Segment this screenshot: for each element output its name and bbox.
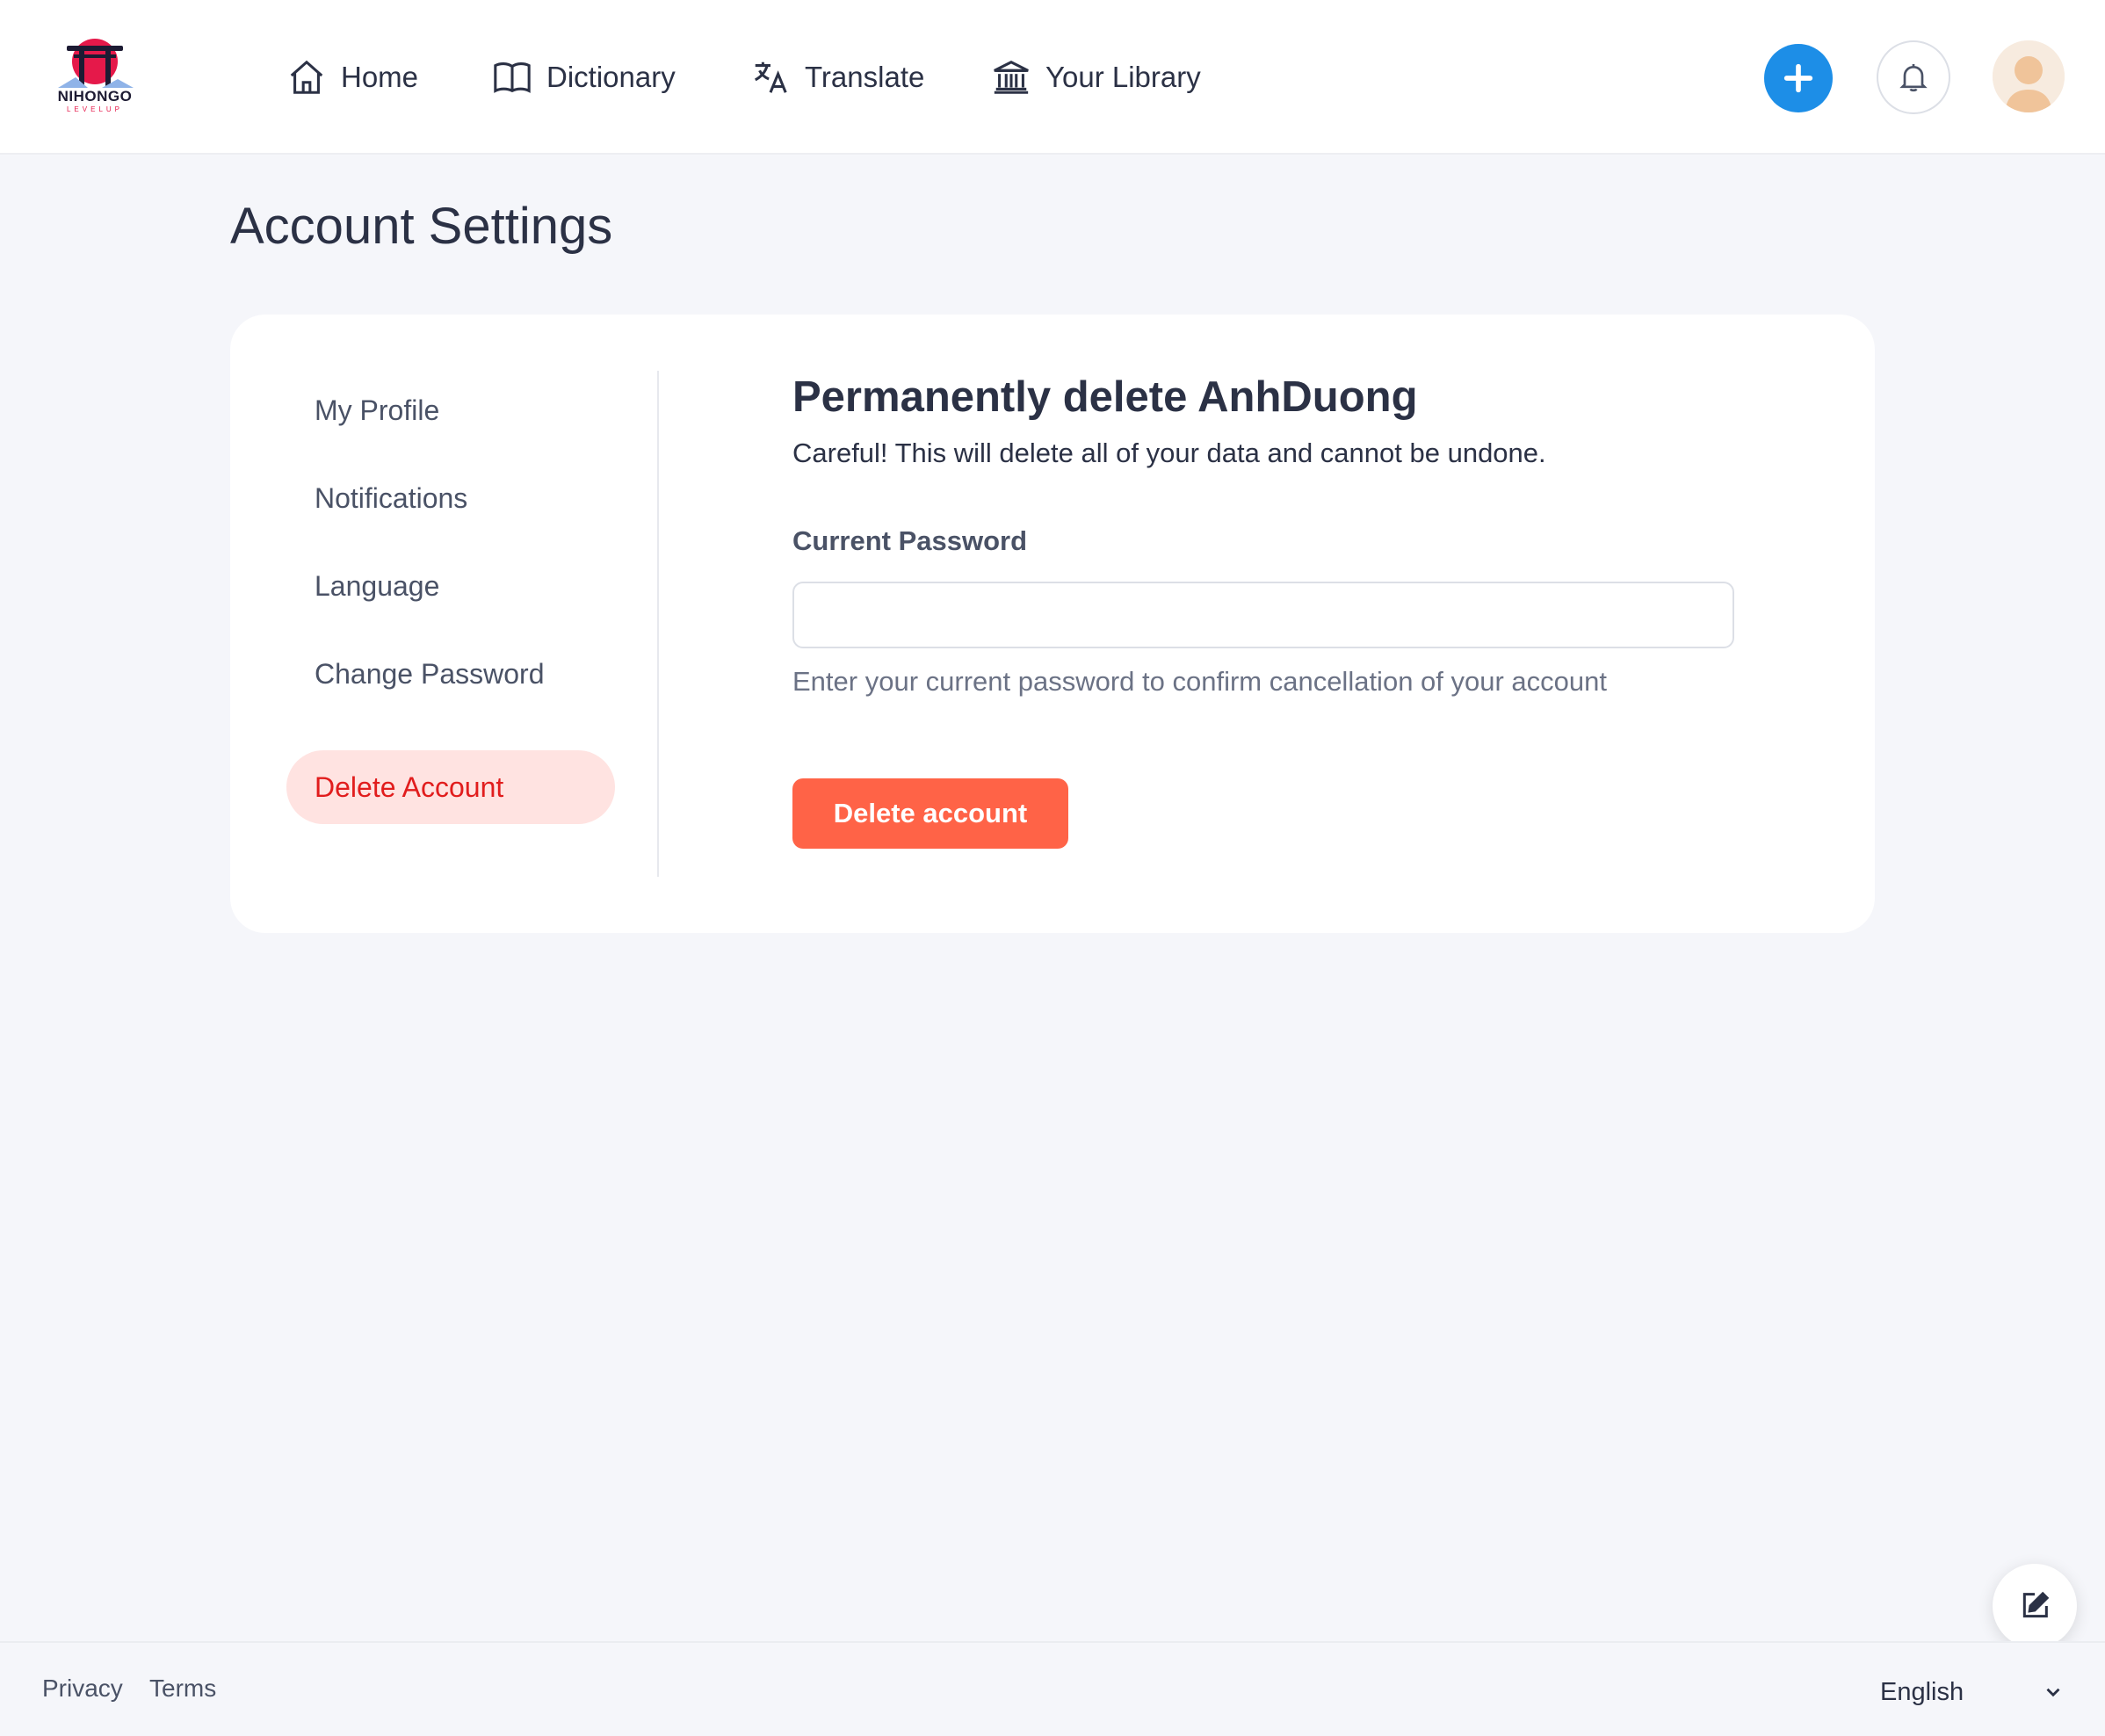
current-password-input[interactable] (792, 582, 1734, 648)
sidebar-item-language[interactable]: Language (286, 562, 439, 610)
brand-tagline: LEVELUP (66, 105, 124, 113)
sidebar-item-my-profile[interactable]: My Profile (286, 387, 439, 434)
password-help-text: Enter your current password to confirm c… (792, 666, 1608, 697)
settings-card: My Profile Notifications Language Change… (230, 315, 1875, 933)
language-select[interactable]: English (1880, 1671, 2065, 1713)
nav-library-label: Your Library (1045, 61, 1201, 93)
delete-section-title: Permanently delete AnhDuong (792, 373, 1418, 421)
create-button[interactable] (1764, 44, 1833, 112)
footer-terms-link[interactable]: Terms (149, 1675, 216, 1703)
nav-library[interactable]: Your Library (991, 53, 1201, 102)
nav-home[interactable]: Home (286, 53, 418, 102)
current-password-label: Current Password (792, 525, 1028, 556)
brand-logo[interactable]: NIHONGO LEVELUP (49, 35, 141, 119)
translate-icon (755, 61, 787, 93)
nav-translate[interactable]: Translate (750, 53, 924, 102)
notifications-button[interactable] (1877, 40, 1950, 114)
top-navbar: NIHONGO LEVELUP Home Dictionary Translat… (0, 0, 2105, 155)
nav-dictionary[interactable]: Dictionary (492, 53, 676, 102)
plus-icon (1783, 63, 1813, 93)
book-icon (494, 62, 531, 93)
torii-logo-icon (58, 39, 134, 88)
nav-home-label: Home (341, 61, 419, 93)
brand-name: NIHONGO (57, 88, 133, 105)
library-building-icon (994, 61, 1029, 94)
bell-icon (1899, 64, 1928, 92)
footer-privacy-link[interactable]: Privacy (42, 1675, 123, 1703)
chevron-down-icon (2046, 1688, 2060, 1697)
page-footer: Privacy Terms English (0, 1641, 2105, 1736)
sidebar-item-change-password[interactable]: Change Password (286, 650, 544, 698)
home-icon (290, 60, 323, 94)
user-avatar[interactable] (1993, 40, 2065, 112)
feedback-edit-button[interactable] (1993, 1564, 2077, 1648)
sidebar-item-notifications[interactable]: Notifications (286, 474, 467, 522)
sidebar-divider (657, 371, 659, 877)
sidebar-item-delete-account[interactable]: Delete Account (286, 750, 615, 824)
page-title: Account Settings (230, 198, 613, 255)
delete-account-button[interactable]: Delete account (792, 778, 1068, 849)
edit-icon (2022, 1591, 2050, 1618)
nav-dictionary-label: Dictionary (546, 61, 676, 93)
language-select-value: English (1880, 1677, 1964, 1706)
delete-warning-text: Careful! This will delete all of your da… (792, 438, 1546, 468)
nav-translate-label: Translate (805, 61, 925, 93)
user-avatar-icon (1993, 40, 2065, 112)
